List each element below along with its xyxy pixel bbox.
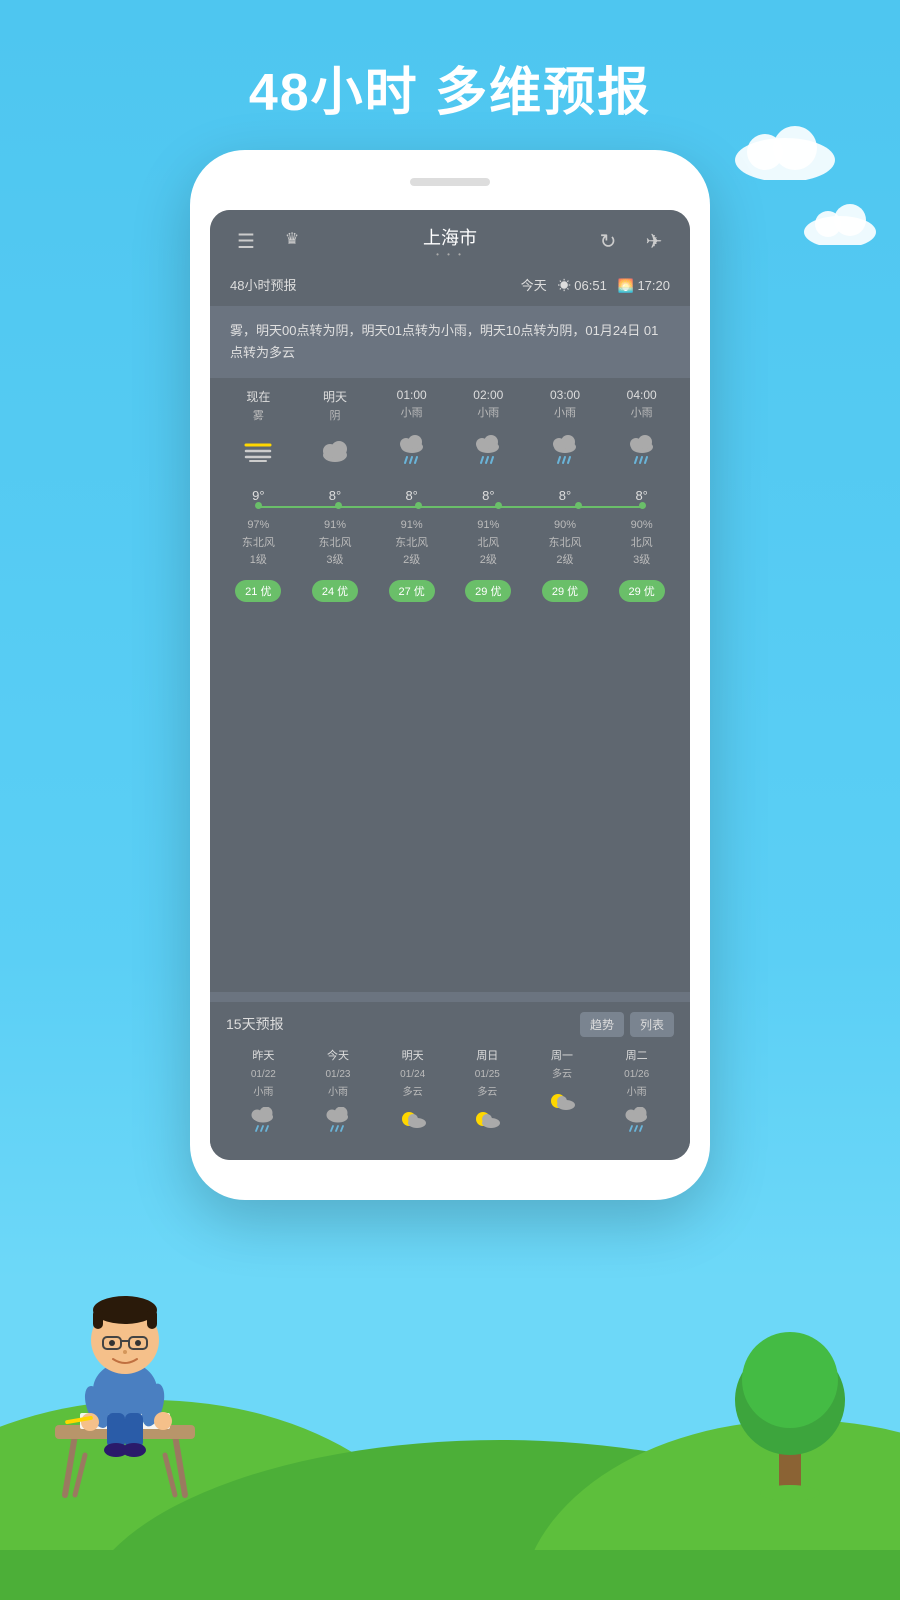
refresh-icon[interactable]: ↻ [592, 229, 624, 254]
forecast-tab-group: 趋势 列表 [580, 1012, 674, 1037]
aqi-1: 24 优 [312, 580, 358, 602]
cartoon-character [25, 1225, 225, 1515]
phone-mockup: ☰ ♛ 上海市 • • • ↻ ✈ 48小时预报 今天 ☀ 06:51 🌅 17… [190, 150, 710, 1200]
forecast-day-3: 周日 01/25 多云 [450, 1047, 525, 1150]
hw-col-2: 91%东北风2级 [373, 517, 450, 570]
temp-4: 8° [527, 488, 604, 503]
aqi-0: 21 优 [235, 580, 281, 602]
forecast-15d-section: 15天预报 趋势 列表 昨天 01/22 小雨 [210, 1002, 690, 1160]
today-label: 今天 ☀ 06:51 🌅 17:20 [521, 275, 670, 294]
share-icon[interactable]: ✈ [638, 229, 670, 254]
hourly-col-2: 01:00 小雨 [373, 388, 450, 423]
forecast-header: 15天预报 趋势 列表 [226, 1012, 674, 1037]
humidity-wind-row: 97%东北风1级 91%东北风3级 91%东北风2级 91%北风2级 90%东北… [210, 509, 690, 574]
cloud-right [730, 120, 840, 185]
temp-dot-0 [255, 502, 262, 509]
app-screen: ☰ ♛ 上海市 • • • ↻ ✈ 48小时预报 今天 ☀ 06:51 🌅 17… [210, 210, 690, 1160]
cartoon-tree [735, 1310, 845, 1510]
aqi-4: 29 优 [542, 580, 588, 602]
aqi-row: 21 优 24 优 27 优 29 优 29 优 29 优 [210, 574, 690, 612]
temp-0: 9° [220, 488, 297, 503]
hourly-col-3: 02:00 小雨 [450, 388, 527, 423]
hourly-col-5: 04:00 小雨 [603, 388, 680, 423]
temp-3: 8° [450, 488, 527, 503]
weather-icon-5 [603, 435, 680, 474]
forecast-15d-title: 15天预报 [226, 1014, 284, 1034]
forecast-info-row: 48小时预报 今天 ☀ 06:51 🌅 17:20 [210, 267, 690, 306]
aqi-2: 27 优 [389, 580, 435, 602]
weather-description: 雾，明天00点转为阴，明天01点转为小雨，明天10点转为阴，01月24日 01点… [210, 306, 690, 378]
section-divider [210, 992, 690, 1002]
temp-dot-4 [575, 502, 582, 509]
temp-row: 9° 8° 8° 8° 8° 8° [210, 482, 690, 509]
forecast-day-4: 周一 多云 [525, 1047, 600, 1150]
tab-list[interactable]: 列表 [630, 1012, 674, 1037]
forecast-day-5: 周二 01/26 小雨 [599, 1047, 674, 1150]
aqi-5: 29 优 [619, 580, 665, 602]
weather-icons-row [210, 427, 690, 482]
forecast-days-grid: 昨天 01/22 小雨 [226, 1047, 674, 1150]
city-name: 上海市 [423, 224, 477, 250]
hw-col-5: 90%北风3级 [603, 517, 680, 570]
hourly-col-0: 现在 雾 [220, 388, 297, 423]
temp-1: 8° [297, 488, 374, 503]
weather-icon-0 [220, 435, 297, 474]
forecast-day-1: 今天 01/23 小雨 [301, 1047, 376, 1150]
weather-icon-1 [297, 437, 374, 472]
hw-col-3: 91%北风2级 [450, 517, 527, 570]
aqi-3: 29 优 [465, 580, 511, 602]
page-title: 48小时 多维预报 [0, 50, 900, 125]
temp-dot-1 [335, 502, 342, 509]
temp-dot-5 [639, 502, 646, 509]
temp-5: 8° [603, 488, 680, 503]
app-header: ☰ ♛ 上海市 • • • ↻ ✈ [210, 210, 690, 267]
menu-icon[interactable]: ☰ [230, 229, 262, 254]
temp-2: 8° [373, 488, 450, 503]
temp-graph-line [258, 506, 642, 508]
phone-speaker [410, 178, 490, 186]
weather-icon-2 [373, 435, 450, 474]
header-right-icons: ↻ ✈ [592, 229, 670, 254]
crown-icon[interactable]: ♛ [276, 229, 308, 254]
forecast-day-0: 昨天 01/22 小雨 [226, 1047, 301, 1150]
hourly-col-1: 明天 阴 [297, 388, 374, 423]
cloud-right2 [800, 200, 880, 250]
tab-trend[interactable]: 趋势 [580, 1012, 624, 1037]
hw-col-0: 97%东北风1级 [220, 517, 297, 570]
forecast-48h-label: 48小时预报 [230, 275, 296, 294]
temp-dot-2 [415, 502, 422, 509]
hw-col-1: 91%东北风3级 [297, 517, 374, 570]
weather-icon-4 [527, 435, 604, 474]
forecast-day-2: 明天 01/24 多云 [375, 1047, 450, 1150]
temp-dot-3 [495, 502, 502, 509]
hourly-col-4: 03:00 小雨 [527, 388, 604, 423]
city-display: 上海市 • • • [423, 224, 477, 259]
weather-icon-3 [450, 435, 527, 474]
hw-col-4: 90%东北风2级 [527, 517, 604, 570]
hourly-section: 现在 雾 明天 阴 01:00 小雨 02:00 小雨 03:00 小雨 [210, 378, 690, 991]
hourly-labels-row: 现在 雾 明天 阴 01:00 小雨 02:00 小雨 03:00 小雨 [210, 378, 690, 427]
